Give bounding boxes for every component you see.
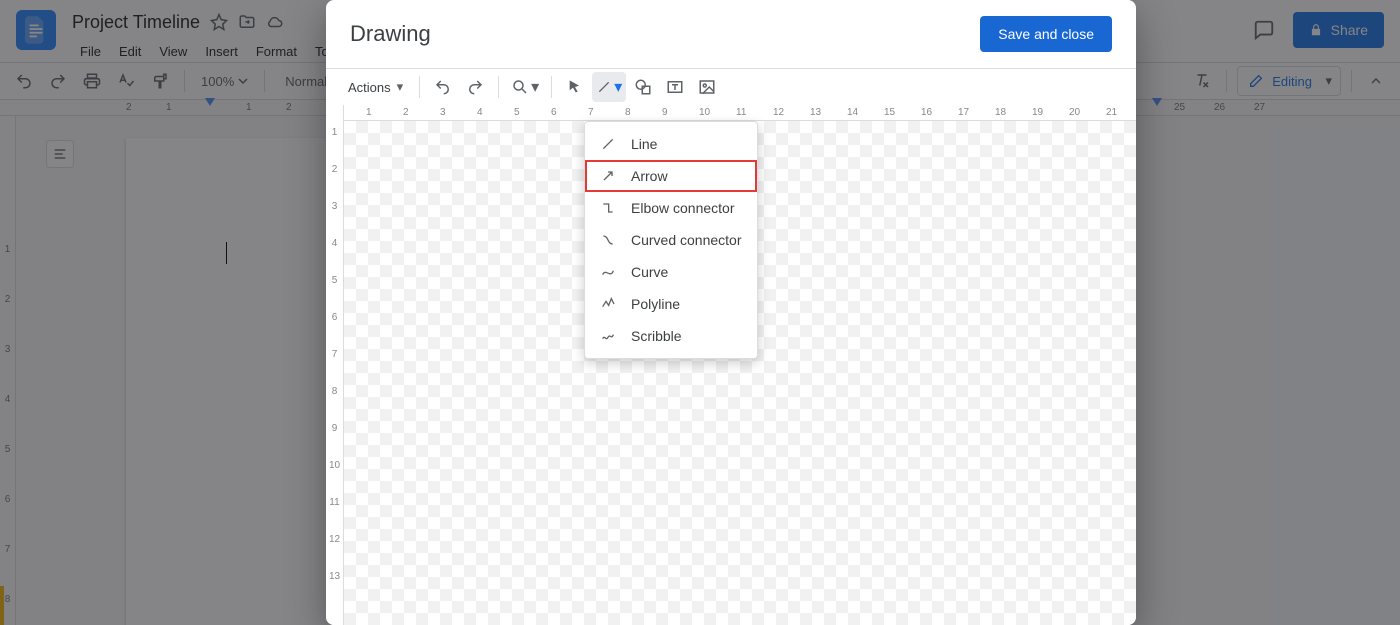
dialog-title: Drawing	[350, 21, 431, 47]
ruler-tick: 11	[326, 497, 343, 508]
ruler-tick: 7	[588, 105, 594, 120]
caret-down-icon: ▾	[531, 77, 539, 97]
line-menu-label: Arrow	[631, 168, 668, 184]
line-icon	[599, 135, 617, 153]
ruler-tick: 17	[958, 105, 969, 120]
curve-icon	[599, 263, 617, 281]
actions-menu[interactable]: Actions ▾	[340, 72, 411, 102]
ruler-tick: 8	[625, 105, 631, 120]
ruler-tick: 2	[403, 105, 409, 120]
line-menu-label: Curve	[631, 264, 668, 280]
ruler-tick: 16	[921, 105, 932, 120]
shape-tool[interactable]	[628, 72, 658, 102]
line-menu-polyline[interactable]: Polyline	[585, 288, 757, 320]
ruler-tick: 3	[326, 201, 343, 212]
drawing-vertical-ruler: 12345678910111213	[326, 105, 344, 625]
ruler-tick: 1	[326, 127, 343, 138]
ruler-tick: 1	[366, 105, 372, 120]
drawing-toolbar: Actions ▾ ▾ ▾	[326, 69, 1136, 105]
ruler-tick: 4	[326, 238, 343, 249]
ruler-tick: 11	[736, 105, 746, 120]
drawing-dialog: Drawing Save and close Actions▾ ▾ ▾ 1234…	[326, 0, 1136, 625]
drawing-canvas[interactable]: Line Arrow Elbow connector Curved connector…	[344, 121, 1136, 625]
ruler-tick: 8	[326, 386, 343, 397]
caret-down-icon: ▾	[397, 79, 404, 95]
ruler-tick: 18	[995, 105, 1006, 120]
ruler-tick: 6	[326, 312, 343, 323]
line-menu-elbow[interactable]: Elbow connector	[585, 192, 757, 224]
ruler-tick: 12	[773, 105, 784, 120]
ruler-tick: 5	[514, 105, 520, 120]
line-tool-dropdown: Line Arrow Elbow connector Curved connector…	[584, 121, 758, 359]
ruler-tick: 13	[810, 105, 821, 120]
save-and-close-button[interactable]: Save and close	[980, 16, 1112, 52]
ruler-tick: 15	[884, 105, 895, 120]
line-menu-label: Curved connector	[631, 232, 742, 248]
ruler-tick: 9	[662, 105, 668, 120]
ruler-tick: 2	[326, 164, 343, 175]
ruler-tick: 19	[1032, 105, 1043, 120]
curved-icon	[599, 231, 617, 249]
line-menu-curve[interactable]: Curve	[585, 256, 757, 288]
ruler-tick: 13	[326, 571, 343, 582]
elbow-icon	[599, 199, 617, 217]
ruler-tick: 12	[326, 534, 343, 545]
arrow-icon	[599, 167, 617, 185]
select-tool[interactable]	[560, 72, 590, 102]
line-tool[interactable]: ▾	[592, 72, 626, 102]
textbox-tool[interactable]	[660, 72, 690, 102]
ruler-tick: 3	[440, 105, 446, 120]
ruler-tick: 4	[477, 105, 483, 120]
ruler-tick: 7	[326, 349, 343, 360]
ruler-tick: 14	[847, 105, 858, 120]
caret-down-icon: ▾	[614, 77, 622, 97]
scribble-icon	[599, 327, 617, 345]
line-menu-curved[interactable]: Curved connector	[585, 224, 757, 256]
ruler-tick: 5	[326, 275, 343, 286]
actions-label: Actions	[348, 80, 391, 95]
redo-icon[interactable]	[460, 72, 490, 102]
line-menu-label: Line	[631, 136, 657, 152]
ruler-tick: 10	[699, 105, 710, 120]
zoom-tool[interactable]: ▾	[507, 72, 543, 102]
drawing-horizontal-ruler: 123456789101112131415161718192021	[344, 105, 1136, 121]
ruler-tick: 6	[551, 105, 557, 120]
line-menu-arrow[interactable]: Arrow	[585, 160, 757, 192]
undo-icon[interactable]	[428, 72, 458, 102]
line-menu-label: Polyline	[631, 296, 680, 312]
ruler-tick: 9	[326, 423, 343, 434]
polyline-icon	[599, 295, 617, 313]
ruler-tick: 10	[326, 460, 343, 471]
ruler-tick: 20	[1069, 105, 1080, 120]
line-menu-label: Scribble	[631, 328, 682, 344]
line-menu-scribble[interactable]: Scribble	[585, 320, 757, 352]
line-menu-line[interactable]: Line	[585, 128, 757, 160]
ruler-tick: 21	[1106, 105, 1117, 120]
image-tool[interactable]	[692, 72, 722, 102]
line-menu-label: Elbow connector	[631, 200, 735, 216]
